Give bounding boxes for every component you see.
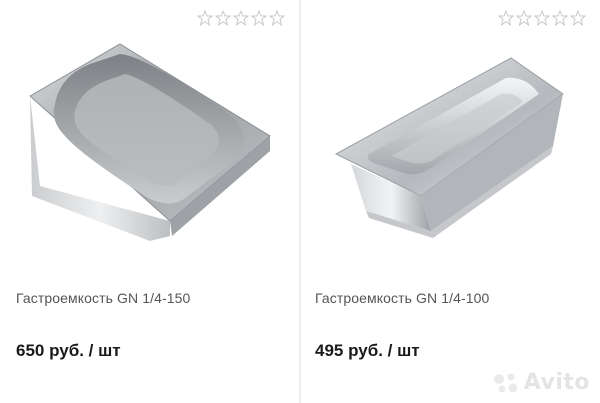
star-icon[interactable] [251,10,267,26]
product-grid: Гастроемкость GN 1/4-150 650 руб. / шт Г… [0,0,600,403]
product-image-gastronorm-pan[interactable] [321,36,581,246]
rating-stars[interactable] [498,10,586,26]
star-icon[interactable] [233,10,249,26]
star-icon[interactable] [197,10,213,26]
product-image-gastronorm-pan[interactable] [20,36,280,246]
star-icon[interactable] [570,10,586,26]
product-card[interactable]: Гастроемкость GN 1/4-150 650 руб. / шт [0,0,299,403]
star-icon[interactable] [215,10,231,26]
star-icon[interactable] [269,10,285,26]
star-icon[interactable] [552,10,568,26]
product-card[interactable]: Гастроемкость GN 1/4-100 495 руб. / шт A… [301,0,600,403]
star-icon[interactable] [516,10,532,26]
watermark-text: Avito [523,370,590,395]
product-name[interactable]: Гастроемкость GN 1/4-100 [315,290,489,306]
avito-watermark: Avito [492,370,590,395]
avito-logo-icon [493,373,518,392]
product-price: 495 руб. / шт [315,341,420,360]
star-icon[interactable] [498,10,514,26]
product-name[interactable]: Гастроемкость GN 1/4-150 [16,290,190,306]
product-price: 650 руб. / шт [16,341,121,360]
rating-stars[interactable] [197,10,285,26]
star-icon[interactable] [534,10,550,26]
